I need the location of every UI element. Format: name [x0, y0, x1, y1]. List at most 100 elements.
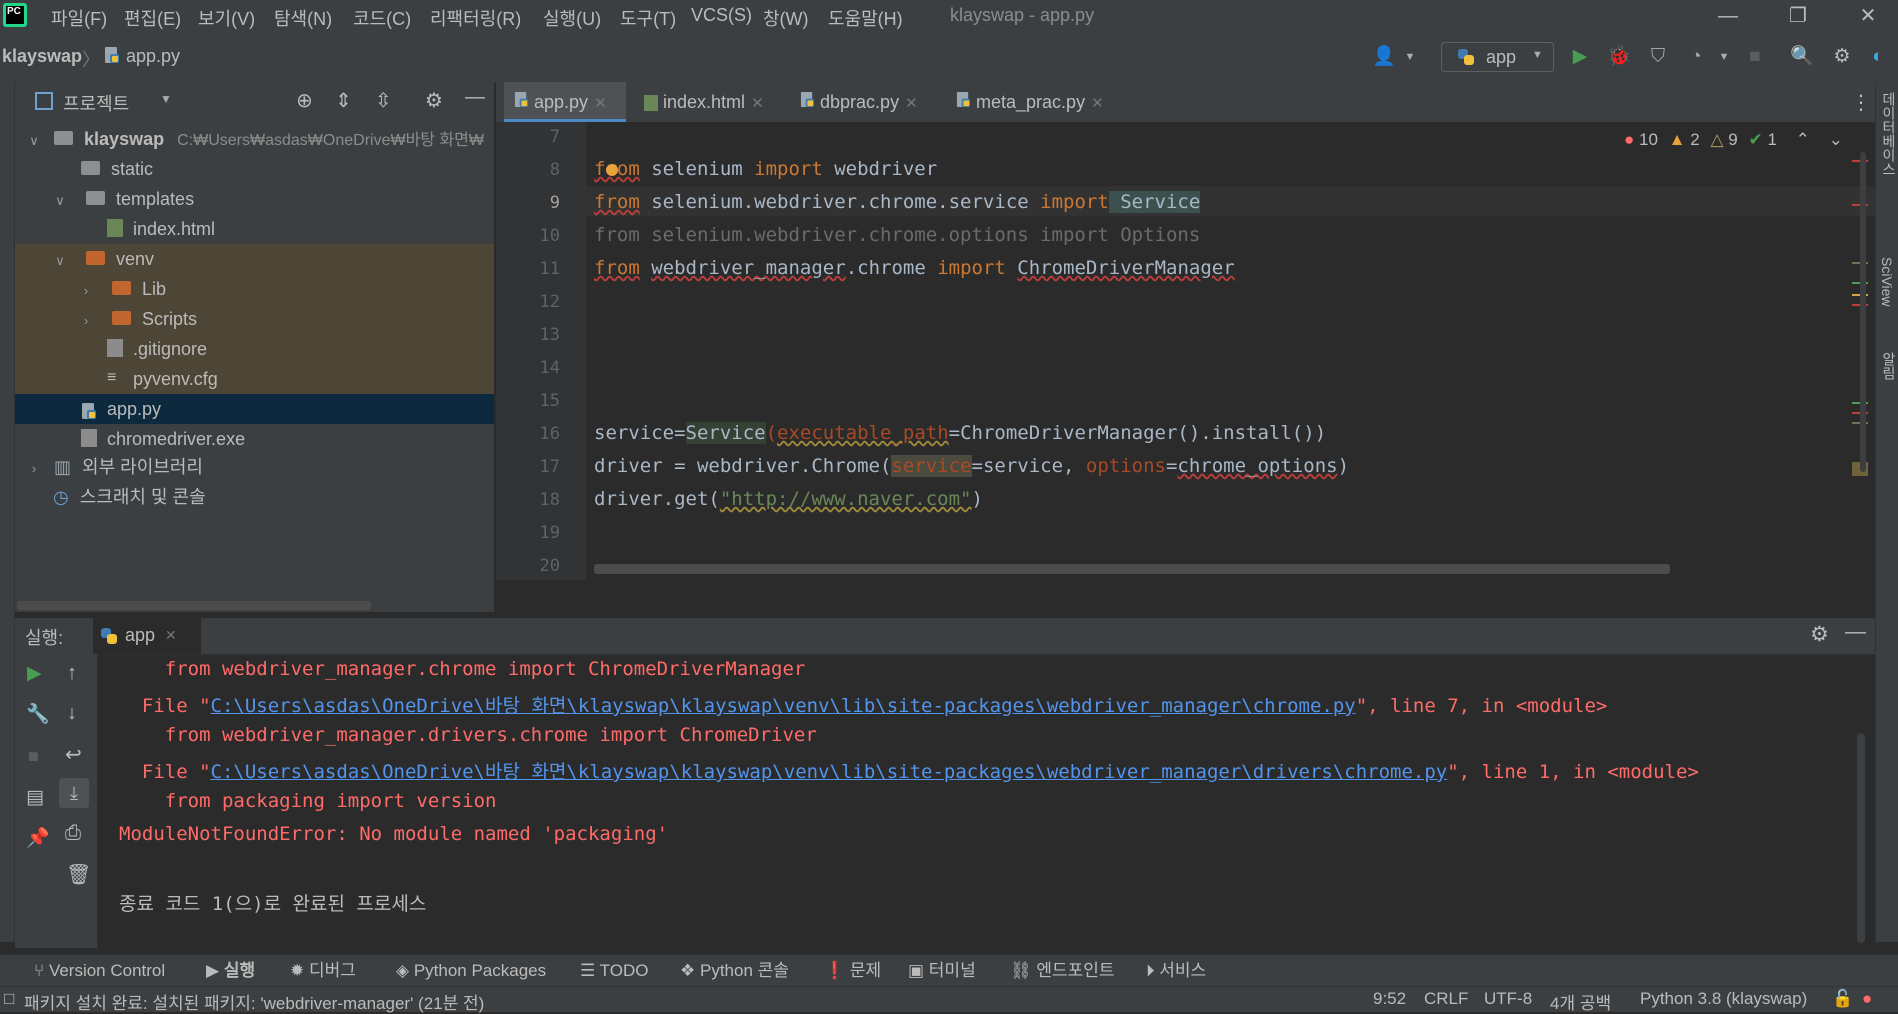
tree-item-scratches[interactable]: ◷ 스크래치 및 콘솔: [15, 482, 494, 512]
tool-tab-python-console[interactable]: ❖ Python 콘솔: [680, 955, 789, 987]
tab-options-icon[interactable]: ⋮: [1851, 90, 1871, 115]
tree-item-gitignore[interactable]: .gitignore: [15, 334, 494, 364]
minimize-icon[interactable]: —: [1708, 2, 1748, 30]
locate-file-icon[interactable]: ⊕: [296, 88, 313, 113]
file-encoding[interactable]: UTF-8: [1484, 989, 1532, 1009]
chevron-down-icon[interactable]: ∨: [25, 126, 43, 156]
soft-wrap-icon[interactable]: ↩: [65, 742, 82, 767]
chevron-right-icon[interactable]: ›: [77, 276, 95, 306]
menu-code[interactable]: 코드(C): [353, 5, 411, 31]
tab-meta-prac-py[interactable]: meta_prac.py ✕: [946, 82, 1114, 122]
account-icon[interactable]: 👤: [1372, 45, 1396, 69]
tool-tab-endpoints[interactable]: ⛓ 엔드포인트: [1010, 955, 1115, 987]
stop-icon[interactable]: ■: [1743, 45, 1767, 69]
tree-item-pyvenv-cfg[interactable]: ≡ pyvenv.cfg: [15, 364, 494, 394]
status-layout-icon[interactable]: □: [4, 989, 14, 1009]
breadcrumb-file[interactable]: app.py: [126, 46, 180, 67]
chevron-right-icon[interactable]: ›: [25, 454, 43, 484]
tree-item-scripts[interactable]: › Scripts: [15, 304, 494, 334]
tree-item-app-py[interactable]: app.py: [15, 394, 494, 424]
next-highlight-icon[interactable]: ⌄: [1829, 130, 1843, 149]
line-separator[interactable]: CRLF: [1424, 989, 1468, 1009]
menu-run[interactable]: 실행(U): [543, 5, 601, 31]
tree-item-static[interactable]: static: [15, 154, 494, 184]
search-icon[interactable]: 🔍: [1790, 45, 1814, 69]
menu-file[interactable]: 파일(F): [51, 5, 107, 31]
print-icon[interactable]: ⎙: [65, 822, 81, 845]
project-horizontal-scrollbar[interactable]: [17, 601, 371, 610]
run-icon[interactable]: ▶: [1568, 45, 1592, 69]
wrench-icon[interactable]: 🔧: [26, 702, 50, 726]
scroll-up-icon[interactable]: ↑: [67, 662, 77, 685]
caret-position[interactable]: 9:52: [1373, 989, 1406, 1009]
tree-item-venv[interactable]: ∨ venv: [15, 244, 494, 274]
tool-tab-todo[interactable]: ☰ TODO: [580, 955, 648, 987]
tool-tab-problems[interactable]: ❗ 문제: [824, 955, 881, 987]
tree-item-index-html[interactable]: index.html: [15, 214, 494, 244]
menu-refactor[interactable]: 리팩터링(R): [430, 5, 521, 31]
pin-icon[interactable]: 📌: [26, 826, 50, 850]
project-options-gear-icon[interactable]: ⚙: [425, 88, 443, 113]
project-panel-title[interactable]: 프로젝트: [63, 90, 129, 116]
tree-item-lib[interactable]: › Lib: [15, 274, 494, 304]
run-configuration-select[interactable]: app ▼: [1441, 42, 1554, 72]
close-tab-icon[interactable]: ✕: [1091, 95, 1104, 112]
restore-icon[interactable]: ❐: [1778, 2, 1818, 30]
editor-horizontal-scrollbar[interactable]: [594, 564, 1670, 574]
close-tab-icon[interactable]: ✕: [165, 627, 177, 644]
tree-item-templates[interactable]: ∨ templates: [15, 184, 494, 214]
tool-tab-terminal[interactable]: ▣ 터미널: [908, 955, 976, 987]
tree-item-external-libraries[interactable]: › ▥ 외부 라이브러리: [15, 452, 494, 482]
hide-run-panel-icon[interactable]: —: [1845, 620, 1866, 644]
profile-icon[interactable]: ◔: [1684, 45, 1708, 69]
previous-highlight-icon[interactable]: ⌃: [1796, 130, 1810, 149]
breadcrumb-project[interactable]: klayswap: [2, 46, 82, 67]
rerun-icon[interactable]: ▶: [27, 662, 42, 685]
close-window-icon[interactable]: ✕: [1848, 2, 1888, 30]
tool-tab-debug[interactable]: ✹ 디버그: [290, 955, 356, 987]
code-editor[interactable]: 7 8 9 10 11 12 13 14 15 16 17 18 19 20 f…: [496, 122, 1875, 580]
run-tab-app[interactable]: app ✕: [93, 618, 201, 654]
intention-bulb-icon[interactable]: [606, 164, 618, 176]
layout-icon[interactable]: ▤: [26, 786, 44, 809]
indent-setting[interactable]: 4개 공백: [1550, 989, 1611, 1014]
scroll-to-end-icon[interactable]: ⤓: [59, 778, 89, 808]
event-log-icon[interactable]: ●: [1862, 989, 1872, 1009]
menu-help[interactable]: 도움말(H): [828, 5, 903, 31]
close-tab-icon[interactable]: ✕: [905, 95, 918, 112]
coverage-icon[interactable]: ⛉: [1646, 45, 1670, 69]
project-view-dropdown-icon[interactable]: ▼: [160, 92, 172, 106]
console-vertical-scrollbar[interactable]: [1857, 733, 1865, 943]
console-file-link[interactable]: C:\Users\asdas\OneDrive\바탕 화면\klayswap\k…: [211, 695, 1356, 717]
close-tab-icon[interactable]: ✕: [594, 95, 607, 112]
tool-tab-services[interactable]: ⏵ 서비스: [1146, 955, 1206, 987]
expand-all-icon[interactable]: ⇕: [335, 88, 352, 113]
stop-icon[interactable]: ■: [28, 746, 39, 767]
close-tab-icon[interactable]: ✕: [751, 95, 764, 112]
tab-index-html[interactable]: index.html ✕: [634, 82, 782, 122]
tool-tab-version-control[interactable]: ⑂ Version Control: [34, 955, 165, 987]
chevron-down-icon[interactable]: ∨: [51, 186, 69, 216]
hide-panel-icon[interactable]: —: [465, 86, 485, 109]
account-dropdown-icon[interactable]: ▼: [1398, 45, 1422, 69]
database-tool-button[interactable]: 데이터베이스: [1879, 92, 1898, 176]
tool-tab-run[interactable]: ▶ 실행: [206, 955, 255, 987]
debug-icon[interactable]: 🐞: [1607, 45, 1631, 69]
chevron-right-icon[interactable]: ›: [77, 306, 95, 336]
code-with-me-icon[interactable]: ◐: [1866, 45, 1890, 69]
notifications-tool-button[interactable]: 알림: [1879, 352, 1898, 380]
trash-icon[interactable]: 🗑: [66, 862, 91, 887]
menu-navigate[interactable]: 탐색(N): [274, 5, 332, 31]
menu-vcs[interactable]: VCS(S): [691, 5, 752, 26]
chevron-down-icon[interactable]: ∨: [51, 246, 69, 276]
python-interpreter[interactable]: Python 3.8 (klayswap): [1640, 989, 1807, 1009]
run-settings-gear-icon[interactable]: ⚙: [1810, 622, 1829, 647]
inspection-widget[interactable]: ● 10 ▲ 2 △ 9 ✔ 1 ⌃ ⌄: [1624, 130, 1843, 150]
collapse-all-icon[interactable]: ⇳: [375, 88, 392, 113]
console-file-link[interactable]: C:\Users\asdas\OneDrive\바탕 화면\klayswap\k…: [211, 761, 1448, 783]
menu-window[interactable]: 창(W): [763, 5, 809, 31]
menu-edit[interactable]: 편집(E): [124, 5, 181, 31]
lock-icon[interactable]: 🔓: [1832, 989, 1853, 1009]
tree-item-chromedriver[interactable]: chromedriver.exe: [15, 424, 494, 454]
more-run-dropdown-icon[interactable]: ▼: [1712, 45, 1736, 69]
